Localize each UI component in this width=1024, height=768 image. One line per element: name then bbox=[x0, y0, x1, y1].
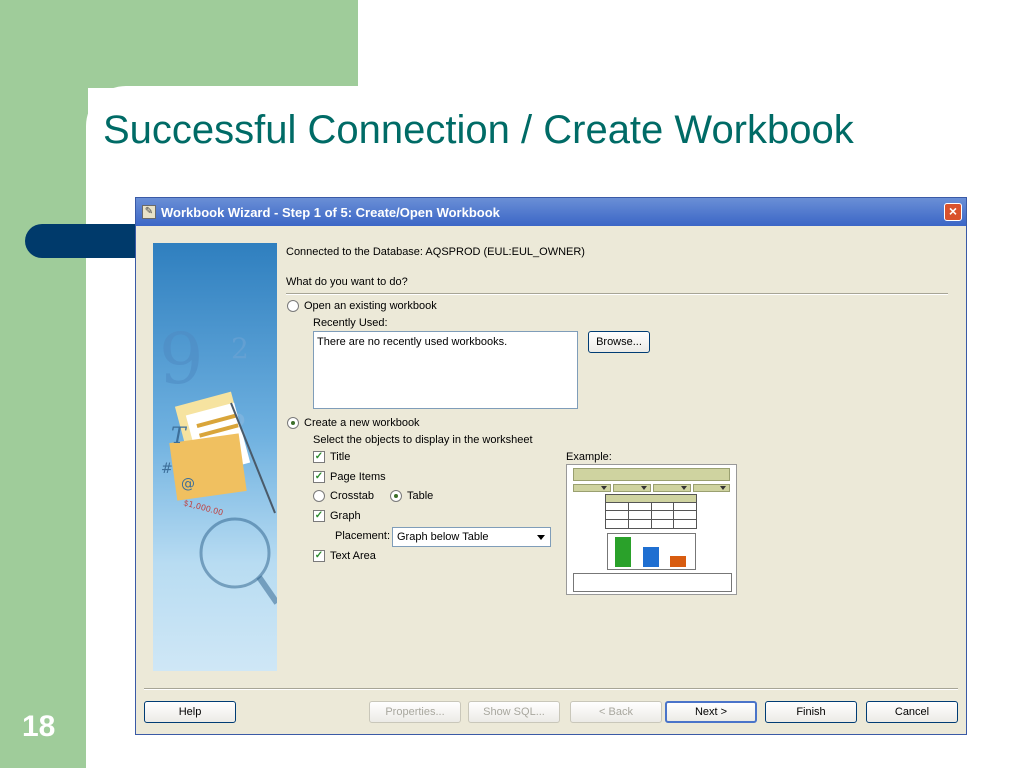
page-items-checkbox-label[interactable]: Page Items bbox=[330, 471, 386, 483]
table-radio[interactable] bbox=[390, 490, 402, 502]
create-new-label[interactable]: Create a new workbook bbox=[304, 417, 420, 429]
cancel-button[interactable]: Cancel bbox=[866, 701, 958, 723]
text-area-checkbox-label[interactable]: Text Area bbox=[330, 550, 376, 562]
browse-button[interactable]: Browse... bbox=[588, 331, 650, 353]
footer-divider bbox=[144, 688, 958, 690]
crosstab-radio[interactable] bbox=[313, 490, 325, 502]
open-existing-radio[interactable] bbox=[287, 300, 299, 312]
example-page-item bbox=[693, 484, 730, 492]
svg-text:T: T bbox=[171, 424, 188, 449]
placement-label: Placement: bbox=[335, 530, 391, 542]
slide-number: 18 bbox=[22, 710, 56, 743]
next-button[interactable]: Next > bbox=[665, 701, 757, 723]
section-divider bbox=[286, 293, 948, 295]
app-icon: ✎ bbox=[142, 205, 156, 219]
example-bar bbox=[643, 547, 659, 567]
example-bar bbox=[615, 537, 631, 567]
slide-accent-left bbox=[0, 0, 88, 768]
back-button[interactable]: < Back bbox=[570, 701, 662, 723]
example-label: Example: bbox=[566, 451, 612, 463]
wizard-side-image: 9 2 3 T # @ $1,000.00 bbox=[153, 243, 277, 671]
question-label: What do you want to do? bbox=[286, 276, 408, 288]
recently-used-list[interactable]: There are no recently used workbooks. bbox=[313, 331, 578, 409]
example-graph bbox=[607, 533, 696, 570]
example-table bbox=[605, 494, 697, 529]
title-checkbox[interactable]: ✓ bbox=[313, 451, 325, 463]
svg-text:@: @ bbox=[181, 476, 195, 492]
placement-select[interactable]: Graph below Table bbox=[392, 527, 551, 547]
properties-button[interactable]: Properties... bbox=[369, 701, 461, 723]
recently-used-label: Recently Used: bbox=[313, 317, 388, 329]
text-area-checkbox[interactable]: ✓ bbox=[313, 550, 325, 562]
page-items-checkbox[interactable]: ✓ bbox=[313, 471, 325, 483]
chevron-down-icon bbox=[537, 535, 545, 540]
table-label[interactable]: Table bbox=[407, 490, 433, 502]
example-page-item bbox=[653, 484, 691, 492]
svg-text:9: 9 bbox=[159, 318, 204, 400]
close-icon[interactable]: × bbox=[944, 203, 962, 221]
dialog-titlebar: ✎ Workbook Wizard - Step 1 of 5: Create/… bbox=[136, 198, 966, 226]
create-new-radio[interactable] bbox=[287, 417, 299, 429]
recently-used-empty-text: There are no recently used workbooks. bbox=[317, 336, 508, 348]
open-existing-label[interactable]: Open an existing workbook bbox=[304, 300, 437, 312]
finish-button[interactable]: Finish bbox=[765, 701, 857, 723]
workbook-wizard-dialog: ✎ Workbook Wizard - Step 1 of 5: Create/… bbox=[135, 197, 967, 735]
slide-title: Successful Connection / Create Workbook bbox=[103, 108, 854, 152]
svg-text:#: # bbox=[161, 461, 173, 477]
example-page-item bbox=[613, 484, 651, 492]
select-objects-label: Select the objects to display in the wor… bbox=[313, 434, 533, 446]
graph-checkbox-label[interactable]: Graph bbox=[330, 510, 361, 522]
placement-value: Graph below Table bbox=[397, 531, 489, 543]
graph-checkbox[interactable]: ✓ bbox=[313, 510, 325, 522]
example-preview bbox=[566, 464, 737, 595]
wizard-illustration: 9 2 3 T # @ $1,000.00 bbox=[159, 318, 277, 605]
example-page-item bbox=[573, 484, 611, 492]
slide-navy-accent bbox=[25, 224, 140, 258]
example-text-area bbox=[573, 573, 732, 592]
svg-text:$1,000.00: $1,000.00 bbox=[182, 498, 224, 517]
help-button[interactable]: Help bbox=[144, 701, 236, 723]
example-bar bbox=[670, 556, 686, 567]
connection-status: Connected to the Database: AQSPROD (EUL:… bbox=[286, 246, 585, 258]
crosstab-label[interactable]: Crosstab bbox=[330, 490, 374, 502]
example-title-bar bbox=[573, 468, 730, 481]
dialog-title: Workbook Wizard - Step 1 of 5: Create/Op… bbox=[161, 205, 500, 220]
show-sql-button[interactable]: Show SQL... bbox=[468, 701, 560, 723]
svg-text:2: 2 bbox=[231, 332, 249, 365]
title-checkbox-label[interactable]: Title bbox=[330, 451, 350, 463]
